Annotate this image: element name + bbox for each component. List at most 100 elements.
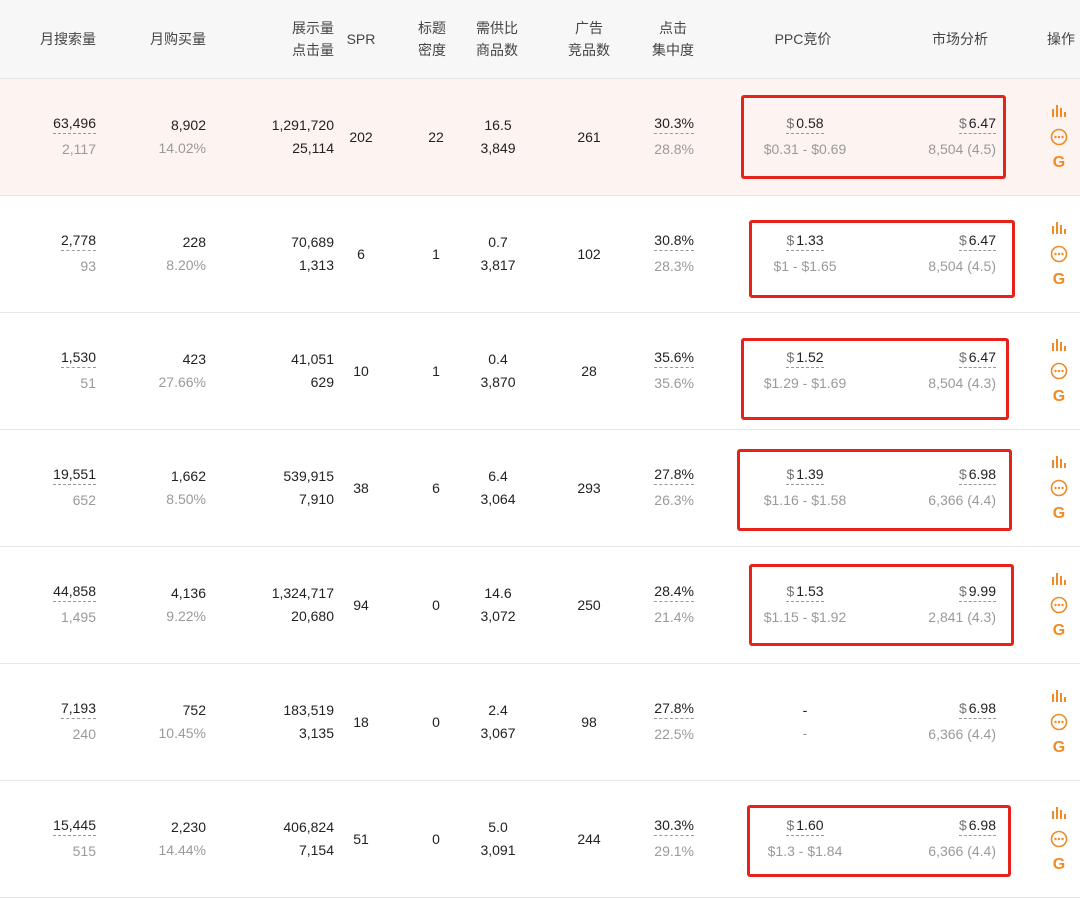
monthly-search-cell: 63,496 2,117 <box>30 79 96 195</box>
spr-value: 94 <box>353 596 369 613</box>
product-count: 3,067 <box>480 725 516 741</box>
click-concentration-cell: 30.3% 28.8% <box>630 79 694 195</box>
monthly-search-sub: 652 <box>72 491 96 508</box>
click-concentration-cell: 30.3% 29.1% <box>630 781 694 897</box>
market-price[interactable]: $6.98 <box>958 699 996 719</box>
operations: G <box>1046 196 1072 312</box>
click-concentration-value[interactable]: 27.8% <box>654 699 694 719</box>
header-monthly-search[interactable]: 月搜索量 <box>38 0 96 78</box>
bar-chart-icon[interactable] <box>1050 570 1068 588</box>
click-concentration-value[interactable]: 35.6% <box>654 348 694 368</box>
click-concentration-sub: 26.3% <box>654 491 694 508</box>
google-icon[interactable]: G <box>1050 271 1068 289</box>
title-density-value: 0 <box>432 830 440 847</box>
purchase-rate: 8.20% <box>166 257 206 273</box>
monthly-search-cell: 15,445 515 <box>30 781 96 897</box>
click-concentration-value[interactable]: 30.3% <box>654 114 694 134</box>
bar-chart-icon[interactable] <box>1050 453 1068 471</box>
header-market-analysis[interactable]: 市场分析 <box>928 0 992 78</box>
more-icon[interactable] <box>1050 479 1068 497</box>
google-icon[interactable]: G <box>1050 622 1068 640</box>
spr-cell: 51 <box>344 781 378 897</box>
monthly-search-cell: 44,858 1,495 <box>30 547 96 663</box>
purchase-rate: 14.02% <box>158 140 206 156</box>
ads-count: 102 <box>577 245 601 262</box>
title-density-cell: 1 <box>418 196 454 312</box>
spr-value: 10 <box>353 362 369 379</box>
click-concentration-value[interactable]: 27.8% <box>654 465 694 485</box>
more-icon[interactable] <box>1050 245 1068 263</box>
product-count: 3,817 <box>480 257 516 273</box>
monthly-search-value[interactable]: 63,496 <box>53 114 96 134</box>
click-concentration-value[interactable]: 28.4% <box>654 582 694 602</box>
click-concentration-value[interactable]: 30.8% <box>654 231 694 251</box>
monthly-search-value[interactable]: 44,858 <box>53 582 96 602</box>
clicks-value: 20,680 <box>291 608 334 624</box>
google-icon[interactable]: G <box>1050 739 1068 757</box>
google-icon[interactable]: G <box>1050 388 1068 406</box>
more-icon[interactable] <box>1050 713 1068 731</box>
header-ads[interactable]: 广告 竞品数 <box>566 0 612 78</box>
header-impressions-clicks[interactable]: 展示量 点击量 <box>270 0 334 78</box>
monthly-search-value[interactable]: 15,445 <box>53 816 96 836</box>
header-click-concentration[interactable]: 点击 集中度 <box>650 0 696 78</box>
operations: G <box>1046 781 1072 897</box>
monthly-search-sub: 240 <box>72 725 96 742</box>
impressions-cell: 406,824 7,154 <box>250 781 334 897</box>
spr-cell: 6 <box>344 196 378 312</box>
highlight-box <box>747 805 1011 877</box>
spr-cell: 18 <box>344 664 378 780</box>
monthly-search-cell: 19,551 652 <box>30 430 96 546</box>
monthly-search-value[interactable]: 7,193 <box>60 699 96 719</box>
supply-demand-cell: 14.6 3,072 <box>470 547 526 663</box>
title-density-value: 1 <box>432 362 440 379</box>
spr-value: 38 <box>353 479 369 496</box>
highlight-box <box>741 338 1009 420</box>
title-density-cell: 1 <box>418 313 454 429</box>
click-concentration-value[interactable]: 30.3% <box>654 816 694 836</box>
bar-chart-icon[interactable] <box>1050 102 1068 120</box>
header-monthly-purchase[interactable]: 月购买量 <box>148 0 206 78</box>
ppc-range: - <box>802 725 808 741</box>
monthly-search-value[interactable]: 1,530 <box>60 348 96 368</box>
ppc-cell: - - <box>740 664 870 780</box>
ads-count: 98 <box>581 713 597 730</box>
bar-chart-icon[interactable] <box>1050 336 1068 354</box>
impressions-value: 41,051 <box>291 351 334 367</box>
more-icon[interactable] <box>1050 830 1068 848</box>
supply-demand-ratio: 16.5 <box>484 117 512 133</box>
more-icon[interactable] <box>1050 362 1068 380</box>
monthly-search-value[interactable]: 2,778 <box>60 231 96 251</box>
monthly-purchase-cell: 1,662 8.50% <box>140 430 206 546</box>
header-title-density[interactable]: 标题 密度 <box>414 0 450 78</box>
more-icon[interactable] <box>1050 128 1068 146</box>
highlight-box <box>737 449 1012 531</box>
header-supply-demand[interactable]: 需供比 商品数 <box>474 0 520 78</box>
ads-count: 28 <box>581 362 597 379</box>
ads-cell: 261 <box>566 79 612 195</box>
impressions-value: 539,915 <box>283 468 334 484</box>
ppc-value[interactable]: - <box>803 699 808 722</box>
header-spr[interactable]: SPR <box>346 0 376 78</box>
supply-demand-cell: 5.0 3,091 <box>470 781 526 897</box>
impressions-cell: 183,519 3,135 <box>250 664 334 780</box>
monthly-search-value[interactable]: 19,551 <box>53 465 96 485</box>
supply-demand-ratio: 5.0 <box>488 819 508 835</box>
bar-chart-icon[interactable] <box>1050 687 1068 705</box>
title-density-value: 6 <box>432 479 440 496</box>
header-ppc[interactable]: PPC竞价 <box>770 0 836 78</box>
header-operations: 操作 <box>1047 31 1075 47</box>
click-concentration-cell: 27.8% 22.5% <box>630 664 694 780</box>
more-icon[interactable] <box>1050 596 1068 614</box>
google-icon[interactable]: G <box>1050 856 1068 874</box>
impressions-cell: 70,689 1,313 <box>250 196 334 312</box>
impressions-cell: 539,915 7,910 <box>250 430 334 546</box>
ads-cell: 244 <box>566 781 612 897</box>
google-icon[interactable]: G <box>1050 505 1068 523</box>
bar-chart-icon[interactable] <box>1050 804 1068 822</box>
bar-chart-icon[interactable] <box>1050 219 1068 237</box>
google-icon[interactable]: G <box>1050 154 1068 172</box>
click-concentration-cell: 27.8% 26.3% <box>630 430 694 546</box>
monthly-purchase-cell: 4,136 9.22% <box>140 547 206 663</box>
highlight-box <box>741 95 1006 179</box>
